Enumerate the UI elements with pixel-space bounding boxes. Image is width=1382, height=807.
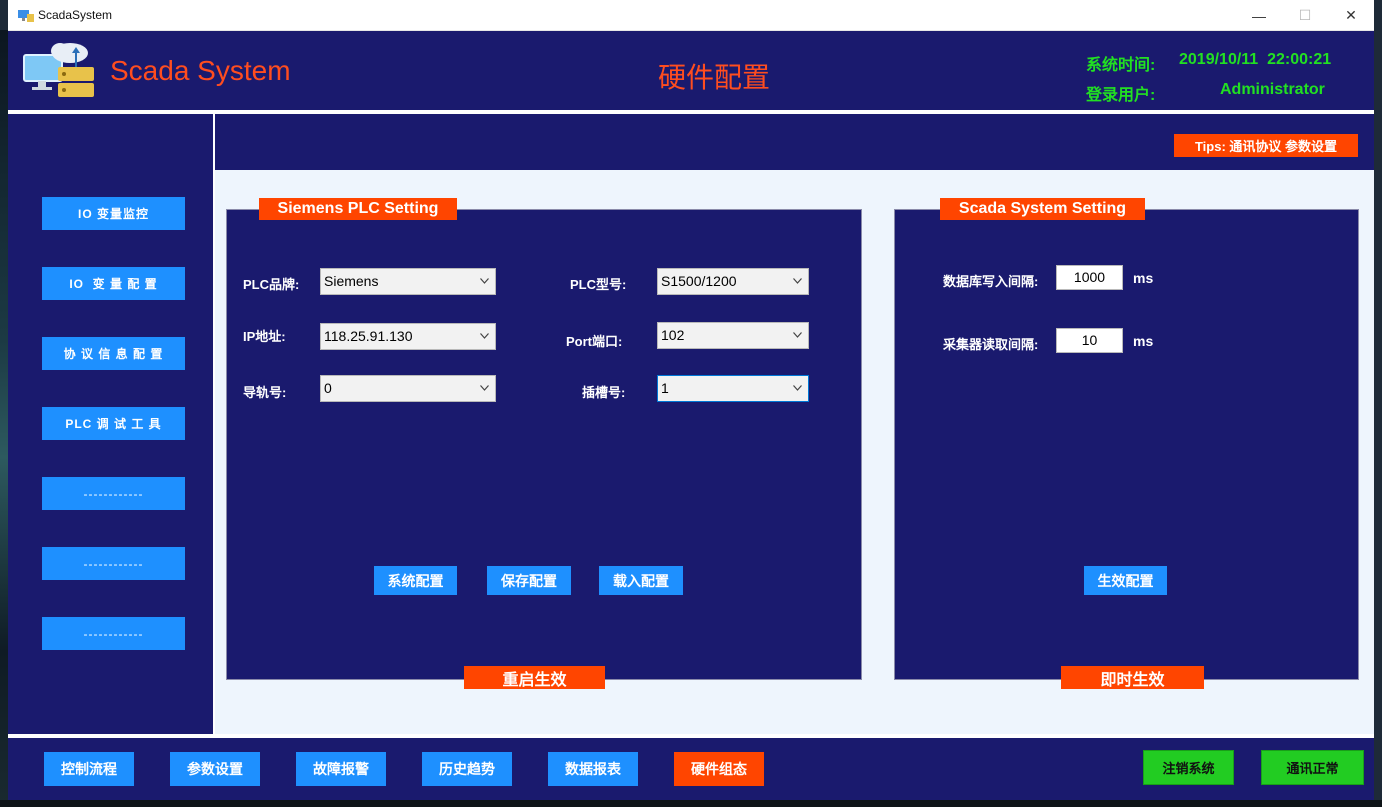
ip-address-value: 118.25.91.130 (324, 328, 413, 344)
sidebar-item-io-monitor[interactable]: IO 变量监控 (42, 197, 185, 230)
sidebar-item-protocol-config[interactable]: 协 议 信 息 配 置 (42, 337, 185, 370)
chevron-down-icon (480, 278, 489, 284)
minimize-icon[interactable]: — (1236, 0, 1282, 31)
load-config-button[interactable]: 载入配置 (599, 566, 683, 595)
ip-address-label: IP地址: (243, 329, 286, 344)
port-label: Port端口: (566, 334, 623, 349)
apply-config-button[interactable]: 生效配置 (1084, 566, 1167, 595)
port-select[interactable]: 102 (657, 322, 809, 349)
tab-hardware-config[interactable]: 硬件组态 (674, 752, 764, 786)
plc-panel-title: Siemens PLC Setting (259, 198, 457, 220)
maximize-icon[interactable]: ☐ (1282, 0, 1328, 31)
header: Scada System 硬件配置 系统时间: 2019/10/11 22:00… (8, 31, 1374, 111)
chevron-down-icon (793, 385, 802, 391)
rack-label: 导轨号: (243, 385, 287, 400)
port-value: 102 (661, 327, 685, 343)
page-title: 硬件配置 (658, 62, 771, 93)
rack-select[interactable]: 0 (320, 375, 496, 402)
chevron-down-icon (480, 333, 489, 339)
system-time-label: 系统时间: (1086, 57, 1156, 74)
chevron-down-icon (793, 278, 802, 284)
scada-panel-title: Scada System Setting (940, 198, 1145, 220)
login-user-label: 登录用户: (1086, 87, 1156, 104)
collector-interval-unit: ms (1133, 333, 1154, 349)
plc-brand-select[interactable]: Siemens (320, 268, 496, 295)
save-config-button[interactable]: 保存配置 (487, 566, 571, 595)
db-write-interval-input[interactable]: 1000 (1056, 265, 1123, 290)
plc-brand-label: PLC品牌: (243, 277, 300, 292)
window-titlebar[interactable]: ScadaSystem — ☐ ✕ (8, 0, 1374, 31)
logout-button[interactable]: 注销系统 (1143, 750, 1234, 785)
plc-model-value: S1500/1200 (661, 273, 737, 289)
slot-label: 插槽号: (582, 385, 626, 400)
plc-panel-footer-badge: 重启生效 (464, 666, 605, 689)
tab-control-flow[interactable]: 控制流程 (44, 752, 134, 786)
sidebar-item-plc-debug[interactable]: PLC 调 试 工 具 (42, 407, 185, 440)
scada-panel-footer-badge: 即时生效 (1061, 666, 1204, 689)
app-icon (18, 10, 34, 22)
system-time-value: 2019/10/11 22:00:21 (1179, 51, 1332, 68)
scada-logo-icon (23, 43, 94, 97)
tab-fault-alarm[interactable]: 故障报警 (296, 752, 386, 786)
tab-parameter-settings[interactable]: 参数设置 (170, 752, 260, 786)
collector-interval-label: 采集器读取间隔: (943, 337, 1039, 352)
plc-model-label: PLC型号: (570, 277, 627, 292)
db-write-interval-unit: ms (1133, 270, 1154, 286)
brand-title: Scada System (110, 55, 291, 86)
app-frame: Scada System 硬件配置 系统时间: 2019/10/11 22:00… (8, 31, 1374, 800)
sidebar: IO 变量监控 IO 变 量 配 置 协 议 信 息 配 置 PLC 调 试 工… (8, 114, 213, 734)
plc-brand-value: Siemens (324, 273, 379, 289)
sidebar-item-placeholder[interactable]: ------------ (42, 617, 185, 650)
sidebar-item-placeholder[interactable]: ------------ (42, 477, 185, 510)
desktop-background (0, 30, 8, 807)
system-config-button[interactable]: 系统配置 (374, 566, 457, 595)
tab-data-report[interactable]: 数据报表 (548, 752, 638, 786)
rack-value: 0 (324, 380, 332, 396)
login-user-value: Administrator (1220, 81, 1325, 98)
slot-value: 1 (661, 380, 669, 396)
sidebar-item-io-config[interactable]: IO 变 量 配 置 (42, 267, 185, 300)
tips-badge: Tips: 通讯协议 参数设置 (1174, 134, 1358, 157)
ip-address-select[interactable]: 118.25.91.130 (320, 323, 496, 350)
tab-history-trend[interactable]: 历史趋势 (422, 752, 512, 786)
comm-status-button[interactable]: 通讯正常 (1261, 750, 1364, 785)
chevron-down-icon (793, 332, 802, 338)
plc-model-select[interactable]: S1500/1200 (657, 268, 809, 295)
slot-select[interactable]: 1 (657, 375, 809, 402)
db-write-interval-label: 数据库写入间隔: (943, 274, 1039, 289)
close-icon[interactable]: ✕ (1328, 0, 1374, 31)
window-title: ScadaSystem (38, 8, 113, 22)
desktop-background-bottom (0, 800, 1382, 807)
chevron-down-icon (480, 385, 489, 391)
collector-interval-input[interactable]: 10 (1056, 328, 1123, 353)
sidebar-item-placeholder[interactable]: ------------ (42, 547, 185, 580)
